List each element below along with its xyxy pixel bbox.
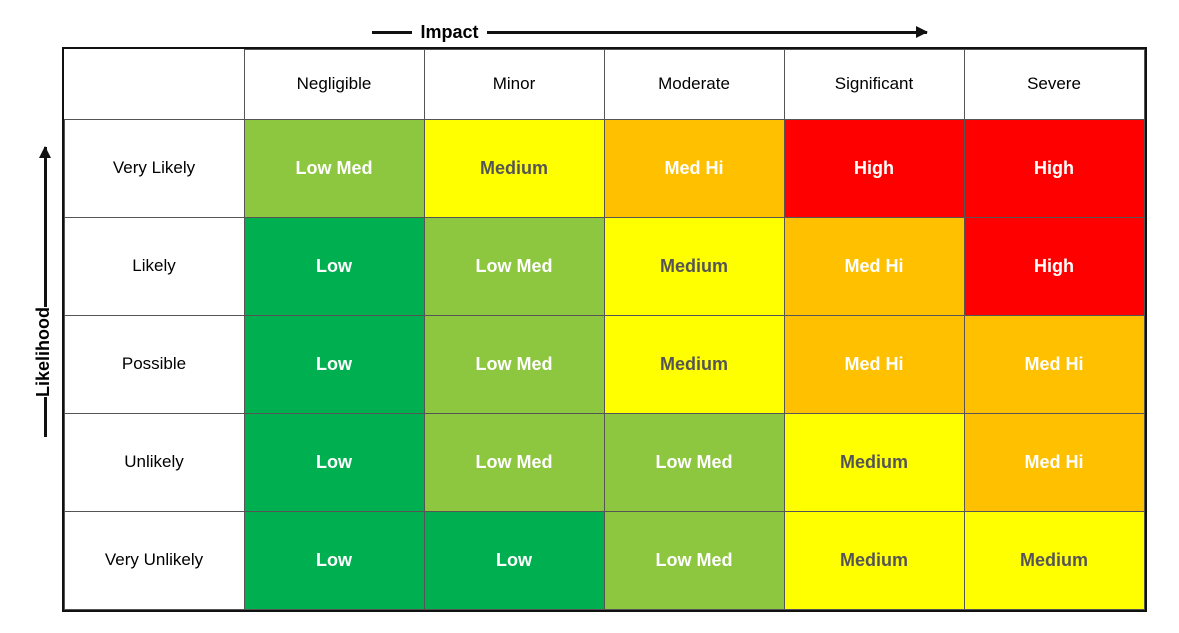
col-header-minor: Minor (424, 49, 604, 119)
risk-matrix-container: Impact Likelihood Negligible Minor Moder… (33, 22, 1147, 612)
cell-r1-c2: Medium (604, 217, 784, 315)
cell-r1-c0: Low (244, 217, 424, 315)
cell-r4-c2: Low Med (604, 511, 784, 609)
cell-r0-c2: Med Hi (604, 119, 784, 217)
cell-r4-c0: Low (244, 511, 424, 609)
cell-r3-c2: Low Med (604, 413, 784, 511)
cell-r1-c1: Low Med (424, 217, 604, 315)
cell-r0-c4: High (964, 119, 1144, 217)
row-label-possible: Possible (64, 315, 244, 413)
cell-r4-c3: Medium (784, 511, 964, 609)
cell-r0-c1: Medium (424, 119, 604, 217)
likelihood-arrow-up (44, 147, 47, 307)
likelihood-label: Likelihood (33, 307, 54, 397)
cell-r4-c1: Low (424, 511, 604, 609)
col-header-moderate: Moderate (604, 49, 784, 119)
cell-r2-c4: Med Hi (964, 315, 1144, 413)
cell-r1-c4: High (964, 217, 1144, 315)
table-row: LikelyLowLow MedMediumMed HiHigh (64, 217, 1144, 315)
col-header-negligible: Negligible (244, 49, 424, 119)
row-label-unlikely: Unlikely (64, 413, 244, 511)
cell-r3-c1: Low Med (424, 413, 604, 511)
impact-label: Impact (420, 22, 478, 43)
cell-r1-c3: Med Hi (784, 217, 964, 315)
corner-cell (64, 49, 244, 119)
cell-r0-c3: High (784, 119, 964, 217)
cell-r3-c4: Med Hi (964, 413, 1144, 511)
likelihood-arrow-stub (44, 397, 47, 437)
cell-r2-c0: Low (244, 315, 424, 413)
impact-arrow-row: Impact (372, 22, 926, 43)
risk-matrix-table: Negligible Minor Moderate Significant Se… (64, 49, 1145, 610)
risk-table-container: Negligible Minor Moderate Significant Se… (62, 47, 1147, 612)
cell-r2-c2: Medium (604, 315, 784, 413)
likelihood-column: Likelihood (33, 47, 58, 537)
row-label-very-likely: Very Likely (64, 119, 244, 217)
cell-r0-c0: Low Med (244, 119, 424, 217)
table-row: Very UnlikelyLowLowLow MedMediumMedium (64, 511, 1144, 609)
main-content-row: Likelihood Negligible Minor Moderate Sig… (33, 47, 1147, 612)
impact-arrow (487, 31, 927, 34)
cell-r2-c3: Med Hi (784, 315, 964, 413)
arrow-left-stub (372, 31, 412, 34)
row-label-very-unlikely: Very Unlikely (64, 511, 244, 609)
cell-r2-c1: Low Med (424, 315, 604, 413)
table-row: UnlikelyLowLow MedLow MedMediumMed Hi (64, 413, 1144, 511)
cell-r3-c3: Medium (784, 413, 964, 511)
col-header-severe: Severe (964, 49, 1144, 119)
cell-r4-c4: Medium (964, 511, 1144, 609)
table-row: PossibleLowLow MedMediumMed HiMed Hi (64, 315, 1144, 413)
header-row: Negligible Minor Moderate Significant Se… (64, 49, 1144, 119)
cell-r3-c0: Low (244, 413, 424, 511)
col-header-significant: Significant (784, 49, 964, 119)
table-row: Very LikelyLow MedMediumMed HiHighHigh (64, 119, 1144, 217)
row-label-likely: Likely (64, 217, 244, 315)
